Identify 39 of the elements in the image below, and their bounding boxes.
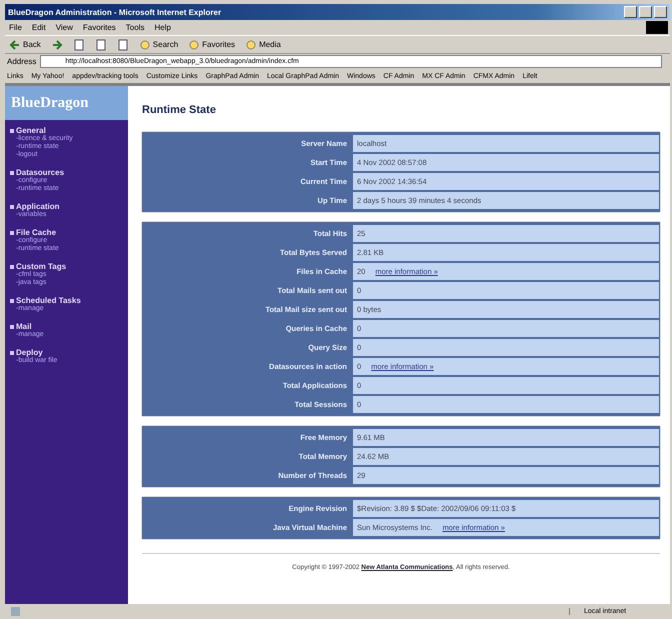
bullet-icon: [10, 324, 14, 328]
favorites-button[interactable]: Favorites: [186, 38, 238, 52]
toolbar-icon: [138, 38, 151, 50]
menu-item[interactable]: File: [9, 23, 22, 32]
sidebar-heading: Mail: [16, 322, 32, 331]
menu-item[interactable]: View: [56, 23, 73, 32]
sidebar-heading: General: [16, 126, 46, 135]
bullet-icon: [10, 230, 14, 234]
back-button[interactable]: Back: [7, 38, 43, 52]
page-title: Runtime State: [142, 104, 217, 116]
menu-item[interactable]: Edit: [32, 23, 46, 32]
window-title: BlueDragon Administration - Microsoft Internet Explorer: [8, 8, 222, 16]
bullet-icon: [10, 128, 14, 132]
sidebar-heading: Custom Tags: [16, 262, 66, 271]
search-button[interactable]: Search: [136, 38, 180, 52]
bullet-icon: [10, 298, 14, 302]
page-icon: [94, 38, 107, 50]
arrow-icon: [9, 38, 21, 50]
sidebar-heading: Application: [16, 202, 60, 211]
media-button[interactable]: Media: [243, 38, 283, 52]
bullet-icon: [10, 204, 14, 208]
page-status-icon: [11, 607, 20, 616]
sidebar-heading: Scheduled Tasks: [16, 296, 81, 305]
bullet-icon: [10, 264, 14, 268]
logo-text: BlueDragon: [11, 94, 89, 112]
sidebar-heading: File Cache: [16, 228, 56, 237]
bullet-icon: [10, 350, 14, 354]
sidebar-heading: Deploy: [16, 348, 43, 357]
arrow-icon: [50, 38, 63, 50]
bullet-icon: [10, 170, 14, 174]
toolbar-icon: [245, 38, 258, 50]
menu-item[interactable]: Favorites: [82, 23, 116, 32]
menu-item[interactable]: Tools: [126, 23, 144, 32]
page-icon: [72, 38, 85, 50]
page-icon: [116, 38, 129, 50]
toolbar-icon: [188, 38, 200, 50]
sidebar-heading: Datasources: [16, 168, 64, 177]
address-label: Address: [7, 57, 36, 66]
menu-item[interactable]: Help: [154, 23, 171, 32]
